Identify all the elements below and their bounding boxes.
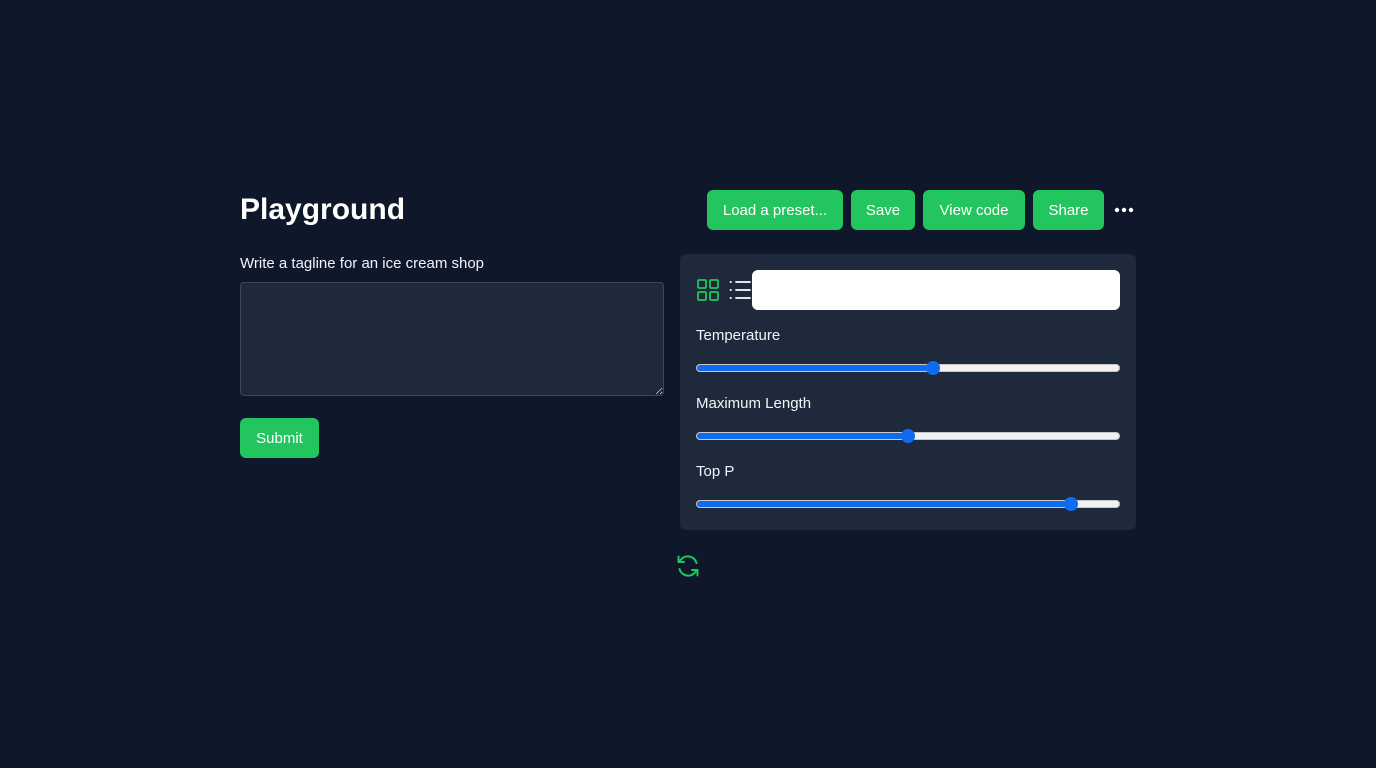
load-preset-button[interactable]: Load a preset...: [707, 190, 843, 230]
settings-input[interactable]: [752, 270, 1120, 310]
prompt-textarea[interactable]: [240, 282, 664, 396]
refresh-icon[interactable]: [676, 554, 700, 578]
submit-button[interactable]: Submit: [240, 418, 319, 458]
slider-track: [696, 364, 1120, 372]
slider-fill: [697, 365, 934, 371]
share-button[interactable]: Share: [1033, 190, 1104, 230]
maximum-length-slider[interactable]: [696, 428, 1120, 444]
view-code-button[interactable]: View code: [923, 190, 1025, 230]
playground-page: Playground Load a preset... Save View co…: [0, 0, 1376, 768]
top-p-label: Top P: [696, 463, 735, 480]
slider-thumb[interactable]: [901, 429, 915, 443]
list-view-icon[interactable]: [729, 280, 751, 300]
top-p-slider[interactable]: [696, 496, 1120, 512]
save-button[interactable]: Save: [851, 190, 915, 230]
more-options-icon[interactable]: [1110, 190, 1138, 230]
temperature-slider[interactable]: [696, 360, 1120, 376]
maximum-length-label: Maximum Length: [696, 395, 812, 412]
toolbar: Load a preset... Save View code Share: [707, 190, 1138, 230]
slider-track: [696, 500, 1120, 508]
temperature-label: Temperature: [696, 327, 781, 344]
slider-thumb[interactable]: [1064, 497, 1079, 511]
settings-panel: Temperature Maximum Length Top P: [680, 254, 1136, 530]
prompt-label: Write a tagline for an ice cream shop: [240, 255, 485, 272]
slider-fill: [697, 433, 908, 439]
slider-thumb[interactable]: [926, 361, 941, 375]
grid-view-icon[interactable]: [697, 279, 719, 301]
page-title: Playground: [240, 193, 406, 226]
slider-fill: [697, 501, 1071, 507]
